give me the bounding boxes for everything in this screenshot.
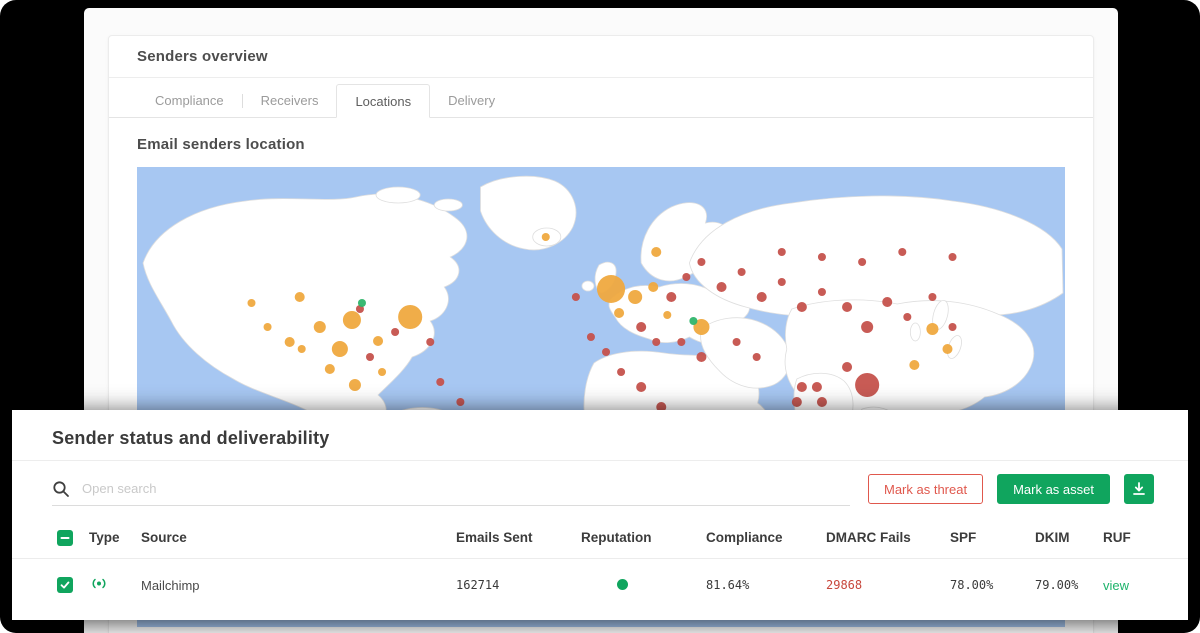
sender-type-icon (89, 576, 109, 591)
emails-sent-value: 162714 (456, 578, 581, 592)
indeterminate-icon (60, 533, 70, 543)
source-name: Mailchimp (141, 578, 456, 593)
col-ruf: RUF (1103, 530, 1158, 545)
deliverability-panel: Sender status and deliverability Mark as… (12, 410, 1188, 620)
check-icon (60, 580, 70, 590)
col-dmarc-fails: DMARC Fails (826, 530, 950, 545)
tab-receivers[interactable]: Receivers (243, 84, 337, 117)
col-spf: SPF (950, 530, 1035, 545)
search-icon (52, 480, 70, 498)
app-frame: Senders overview Compliance Receivers Lo… (0, 0, 1200, 633)
spf-value: 78.00% (950, 578, 1035, 592)
tab-compliance[interactable]: Compliance (137, 84, 242, 117)
tab-delivery[interactable]: Delivery (430, 84, 513, 117)
col-dkim: DKIM (1035, 530, 1103, 545)
view-link[interactable]: view (1103, 578, 1129, 593)
card-header: Senders overview (109, 36, 1093, 78)
search-bar[interactable] (52, 472, 850, 506)
mark-as-asset-button[interactable]: Mark as asset (997, 474, 1110, 504)
reputation-indicator (617, 579, 628, 590)
table-row[interactable]: Mailchimp 162714 81.64% 29868 78.00% 79.… (12, 559, 1188, 611)
select-all-checkbox[interactable] (57, 530, 73, 546)
mark-as-threat-button[interactable]: Mark as threat (868, 474, 983, 504)
col-emails-sent: Emails Sent (456, 530, 581, 545)
col-type: Type (89, 530, 141, 545)
download-icon (1131, 481, 1147, 497)
compliance-value: 81.64% (706, 578, 826, 592)
download-button[interactable] (1124, 474, 1154, 504)
dkim-value: 79.00% (1035, 578, 1103, 592)
tab-locations[interactable]: Locations (336, 84, 430, 118)
table-header: Type Source Emails Sent Reputation Compl… (12, 517, 1188, 559)
row-checkbox[interactable] (57, 577, 73, 593)
col-source: Source (141, 530, 456, 545)
tab-bar: Compliance Receivers Locations Delivery (109, 84, 1093, 118)
col-compliance: Compliance (706, 530, 826, 545)
dmarc-fails-value: 29868 (826, 578, 950, 592)
search-input[interactable] (82, 481, 850, 496)
card-title: Senders overview (137, 48, 268, 65)
toolbar: Mark as threat Mark as asset (12, 461, 1188, 517)
panel-title: Sender status and deliverability (12, 410, 1188, 461)
col-reputation: Reputation (581, 530, 706, 545)
section-title: Email senders location (137, 136, 1065, 153)
